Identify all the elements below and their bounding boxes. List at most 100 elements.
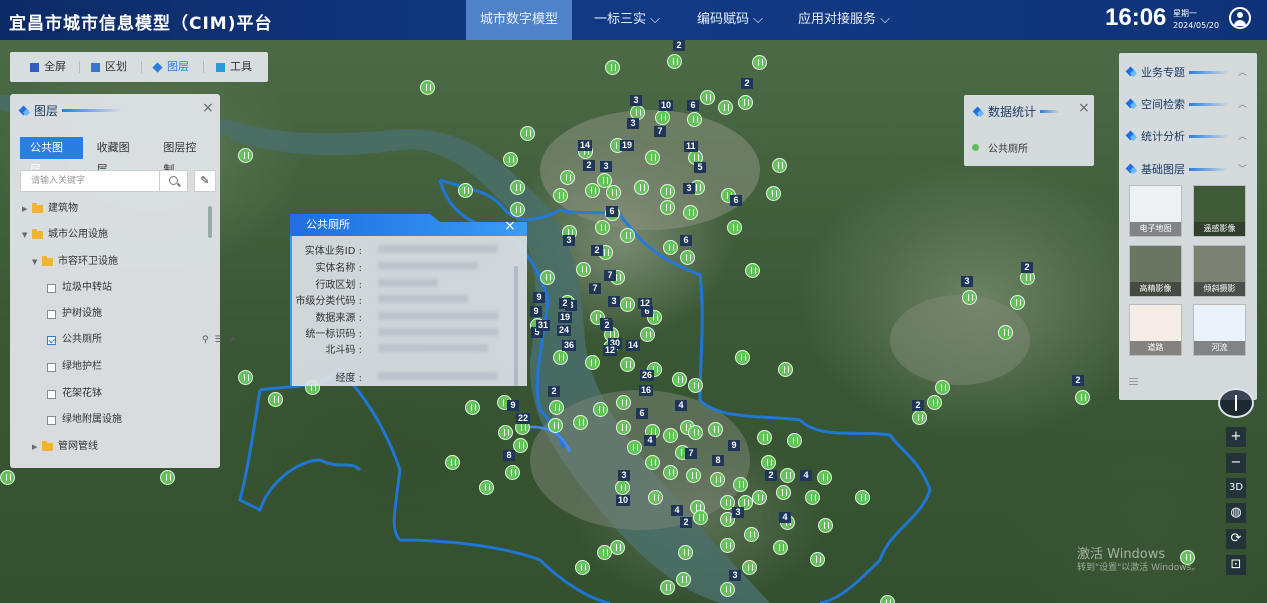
cluster-count-badge[interactable]: 3	[627, 118, 639, 129]
toilet-pin-icon[interactable]	[962, 290, 977, 305]
toilet-pin-icon[interactable]	[663, 240, 678, 255]
cluster-count-badge[interactable]: 2	[591, 245, 603, 256]
toilet-pin-icon[interactable]	[616, 420, 631, 435]
toilet-pin-icon[interactable]	[420, 80, 435, 95]
toilet-pin-icon[interactable]	[817, 470, 832, 485]
tree-layer-green-facilities[interactable]: 绿地附属设施	[47, 412, 122, 428]
toilet-pin-icon[interactable]	[776, 485, 791, 500]
toilet-pin-icon[interactable]	[576, 262, 591, 277]
basemap-rivers[interactable]: 河流	[1193, 304, 1246, 356]
cluster-count-badge[interactable]: 7	[654, 126, 666, 137]
toilet-pin-icon[interactable]	[513, 438, 528, 453]
toilet-pin-icon[interactable]	[549, 400, 564, 415]
tree-layer-tree-guard[interactable]: 护树设施	[47, 306, 102, 322]
tree-layer-garbage-station[interactable]: 垃圾中转站	[47, 280, 112, 296]
cluster-count-badge[interactable]: 14	[626, 340, 641, 351]
cluster-count-badge[interactable]: 4	[644, 435, 656, 446]
toilet-pin-icon[interactable]	[238, 148, 253, 163]
toilet-pin-icon[interactable]	[268, 392, 283, 407]
cluster-count-badge[interactable]: 3	[608, 296, 620, 307]
compass-icon[interactable]	[1218, 388, 1254, 418]
layer-checkbox[interactable]	[47, 283, 56, 293]
cluster-count-badge[interactable]: 3	[961, 276, 973, 287]
tree-layer-green-fence[interactable]: 绿地护栏	[47, 359, 102, 375]
toilet-pin-icon[interactable]	[585, 355, 600, 370]
cluster-count-badge[interactable]: 9	[728, 440, 740, 451]
list-icon[interactable]: ☰	[215, 332, 223, 348]
fullscreen-button[interactable]: 全屏	[30, 52, 66, 82]
cluster-count-badge[interactable]: 19	[558, 312, 573, 323]
locate-icon[interactable]: ⚲	[202, 332, 209, 348]
tab-favorite-layers[interactable]: 收藏图层	[87, 137, 150, 176]
layer-checkbox[interactable]	[47, 309, 56, 319]
cluster-count-badge[interactable]: 14	[578, 140, 593, 151]
toilet-pin-icon[interactable]	[458, 183, 473, 198]
cluster-count-badge[interactable]: 7	[685, 448, 697, 459]
toilet-pin-icon[interactable]	[634, 180, 649, 195]
toilet-pin-icon[interactable]	[818, 518, 833, 533]
toilet-pin-icon[interactable]	[510, 180, 525, 195]
layer-checkbox-checked[interactable]	[47, 335, 56, 345]
cluster-count-badge[interactable]: 9	[533, 292, 545, 303]
tree-folder-pipelines[interactable]: ▶ 管网管线	[32, 439, 98, 455]
cluster-count-badge[interactable]: 5	[694, 162, 706, 173]
toilet-pin-icon[interactable]	[1075, 390, 1090, 405]
toilet-pin-icon[interactable]	[615, 480, 630, 495]
toilet-pin-icon[interactable]	[787, 433, 802, 448]
reset-icon[interactable]: ⟳	[1226, 529, 1246, 549]
toilet-pin-icon[interactable]	[548, 418, 563, 433]
cluster-count-badge[interactable]: 12	[603, 345, 618, 356]
toilet-pin-icon[interactable]	[693, 510, 708, 525]
toilet-pin-icon[interactable]	[688, 425, 703, 440]
toilet-pin-icon[interactable]	[648, 490, 663, 505]
toilet-pin-icon[interactable]	[738, 95, 753, 110]
cluster-count-badge[interactable]: 3	[618, 470, 630, 481]
toilet-pin-icon[interactable]	[606, 185, 621, 200]
cluster-count-badge[interactable]: 3	[732, 507, 744, 518]
cluster-count-badge[interactable]: 2	[601, 320, 613, 331]
toilet-pin-icon[interactable]	[655, 110, 670, 125]
cluster-count-badge[interactable]: 12	[638, 298, 653, 309]
toilet-pin-icon[interactable]	[678, 545, 693, 560]
section-spatial-search[interactable]: 空间检索 ︿	[1125, 95, 1249, 113]
toilet-pin-icon[interactable]	[620, 297, 635, 312]
toilet-pin-icon[interactable]	[772, 158, 787, 173]
section-base-layers[interactable]: 基础图层 ﹀	[1125, 160, 1249, 178]
close-icon[interactable]: ×	[202, 100, 214, 116]
section-business-topics[interactable]: 业务专题 ︿	[1125, 63, 1249, 81]
toilet-pin-icon[interactable]	[672, 372, 687, 387]
basemap-roads[interactable]: 道路	[1129, 304, 1182, 356]
toilet-pin-icon[interactable]	[676, 572, 691, 587]
toilet-pin-icon[interactable]	[616, 395, 631, 410]
cluster-count-badge[interactable]: 6	[636, 408, 648, 419]
toilet-pin-icon[interactable]	[520, 126, 535, 141]
toilet-pin-icon[interactable]	[0, 470, 15, 485]
toilet-pin-icon[interactable]	[540, 270, 555, 285]
layer-checkbox[interactable]	[47, 362, 56, 372]
popup-scrollbar[interactable]	[514, 266, 518, 386]
nav-one-standard-three-real[interactable]: 一标三实 ⌵	[586, 0, 668, 40]
toilet-pin-icon[interactable]	[573, 415, 588, 430]
basemap-hires[interactable]: 高精影像	[1129, 245, 1182, 297]
tree-folder-sanitation[interactable]: ▼ 市容环卫设施	[32, 254, 118, 270]
toilet-pin-icon[interactable]	[757, 430, 772, 445]
zoom-in-button[interactable]: +	[1226, 427, 1246, 447]
user-avatar-icon[interactable]	[1229, 7, 1251, 29]
toilet-pin-icon[interactable]	[620, 228, 635, 243]
toilet-pin-icon[interactable]	[935, 380, 950, 395]
toilet-pin-icon[interactable]	[597, 545, 612, 560]
cluster-count-badge[interactable]: 26	[640, 370, 655, 381]
toilet-pin-icon[interactable]	[575, 560, 590, 575]
toilet-pin-icon[interactable]	[766, 186, 781, 201]
cluster-count-badge[interactable]: 3	[630, 95, 642, 106]
cluster-count-badge[interactable]: 10	[659, 100, 674, 111]
cluster-count-badge[interactable]: 2	[912, 400, 924, 411]
toilet-pin-icon[interactable]	[660, 200, 675, 215]
3d-toggle-button[interactable]: 3D	[1226, 478, 1246, 498]
cluster-count-badge[interactable]: 7	[604, 270, 616, 281]
toilet-pin-icon[interactable]	[810, 552, 825, 567]
tree-folder-public-facilities[interactable]: ▼ 城市公用设施	[22, 227, 108, 243]
toilet-pin-icon[interactable]	[627, 440, 642, 455]
toilet-pin-icon[interactable]	[778, 362, 793, 377]
cluster-count-badge[interactable]: 2	[765, 470, 777, 481]
